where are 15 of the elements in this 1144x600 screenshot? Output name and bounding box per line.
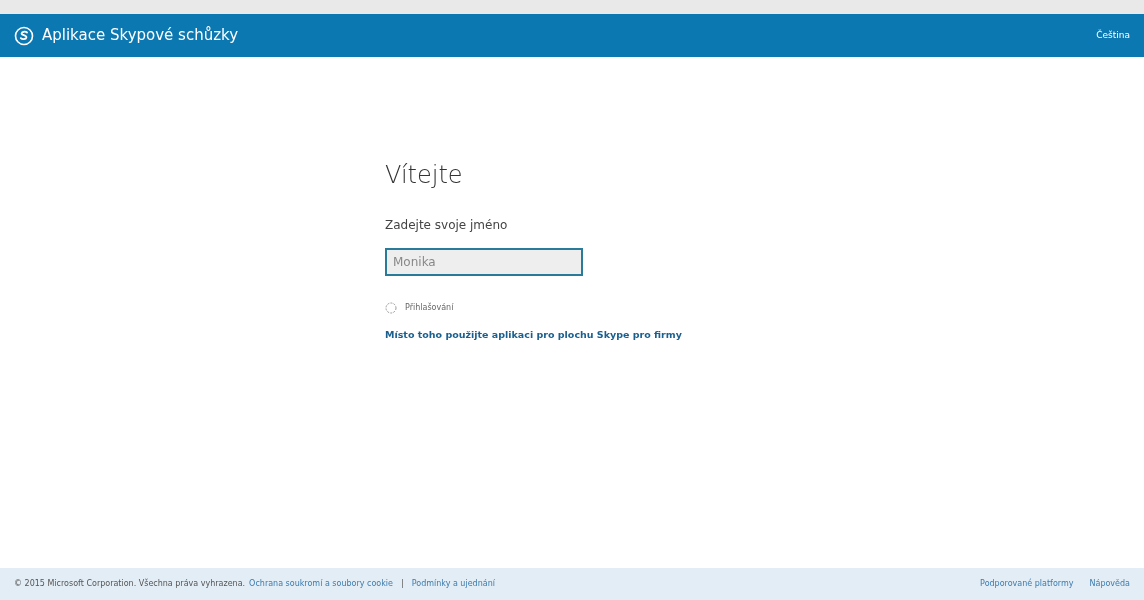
footer-link[interactable]: Ochrana soukromí a soubory cookie [249, 578, 393, 590]
language-link[interactable]: Čeština [1096, 28, 1130, 43]
footer-link[interactable]: Nápověda [1089, 578, 1130, 590]
footer-link[interactable]: Podmínky a ujednání [411, 578, 495, 590]
name-label: Zadejte svoje jméno [385, 216, 509, 234]
desktop-app-link[interactable]: Místo toho použijte aplikaci pro plochu Skype pro firmy [385, 327, 682, 343]
status-text: Přihlašování [405, 301, 454, 314]
welcome-heading: Vítejte [385, 161, 464, 190]
logo-icon [14, 25, 34, 46]
copyright-text: © 2015 Microsoft Corporation. Všechna práva vyhrazena. [14, 578, 246, 590]
footer-link[interactable]: Podporované platformy [980, 578, 1074, 590]
spinner-icon [385, 301, 397, 314]
name-input-field[interactable]: Monika [385, 247, 583, 276]
link-separator: | [401, 578, 404, 590]
app-title: Aplikace Skypové schůzky [42, 25, 239, 47]
